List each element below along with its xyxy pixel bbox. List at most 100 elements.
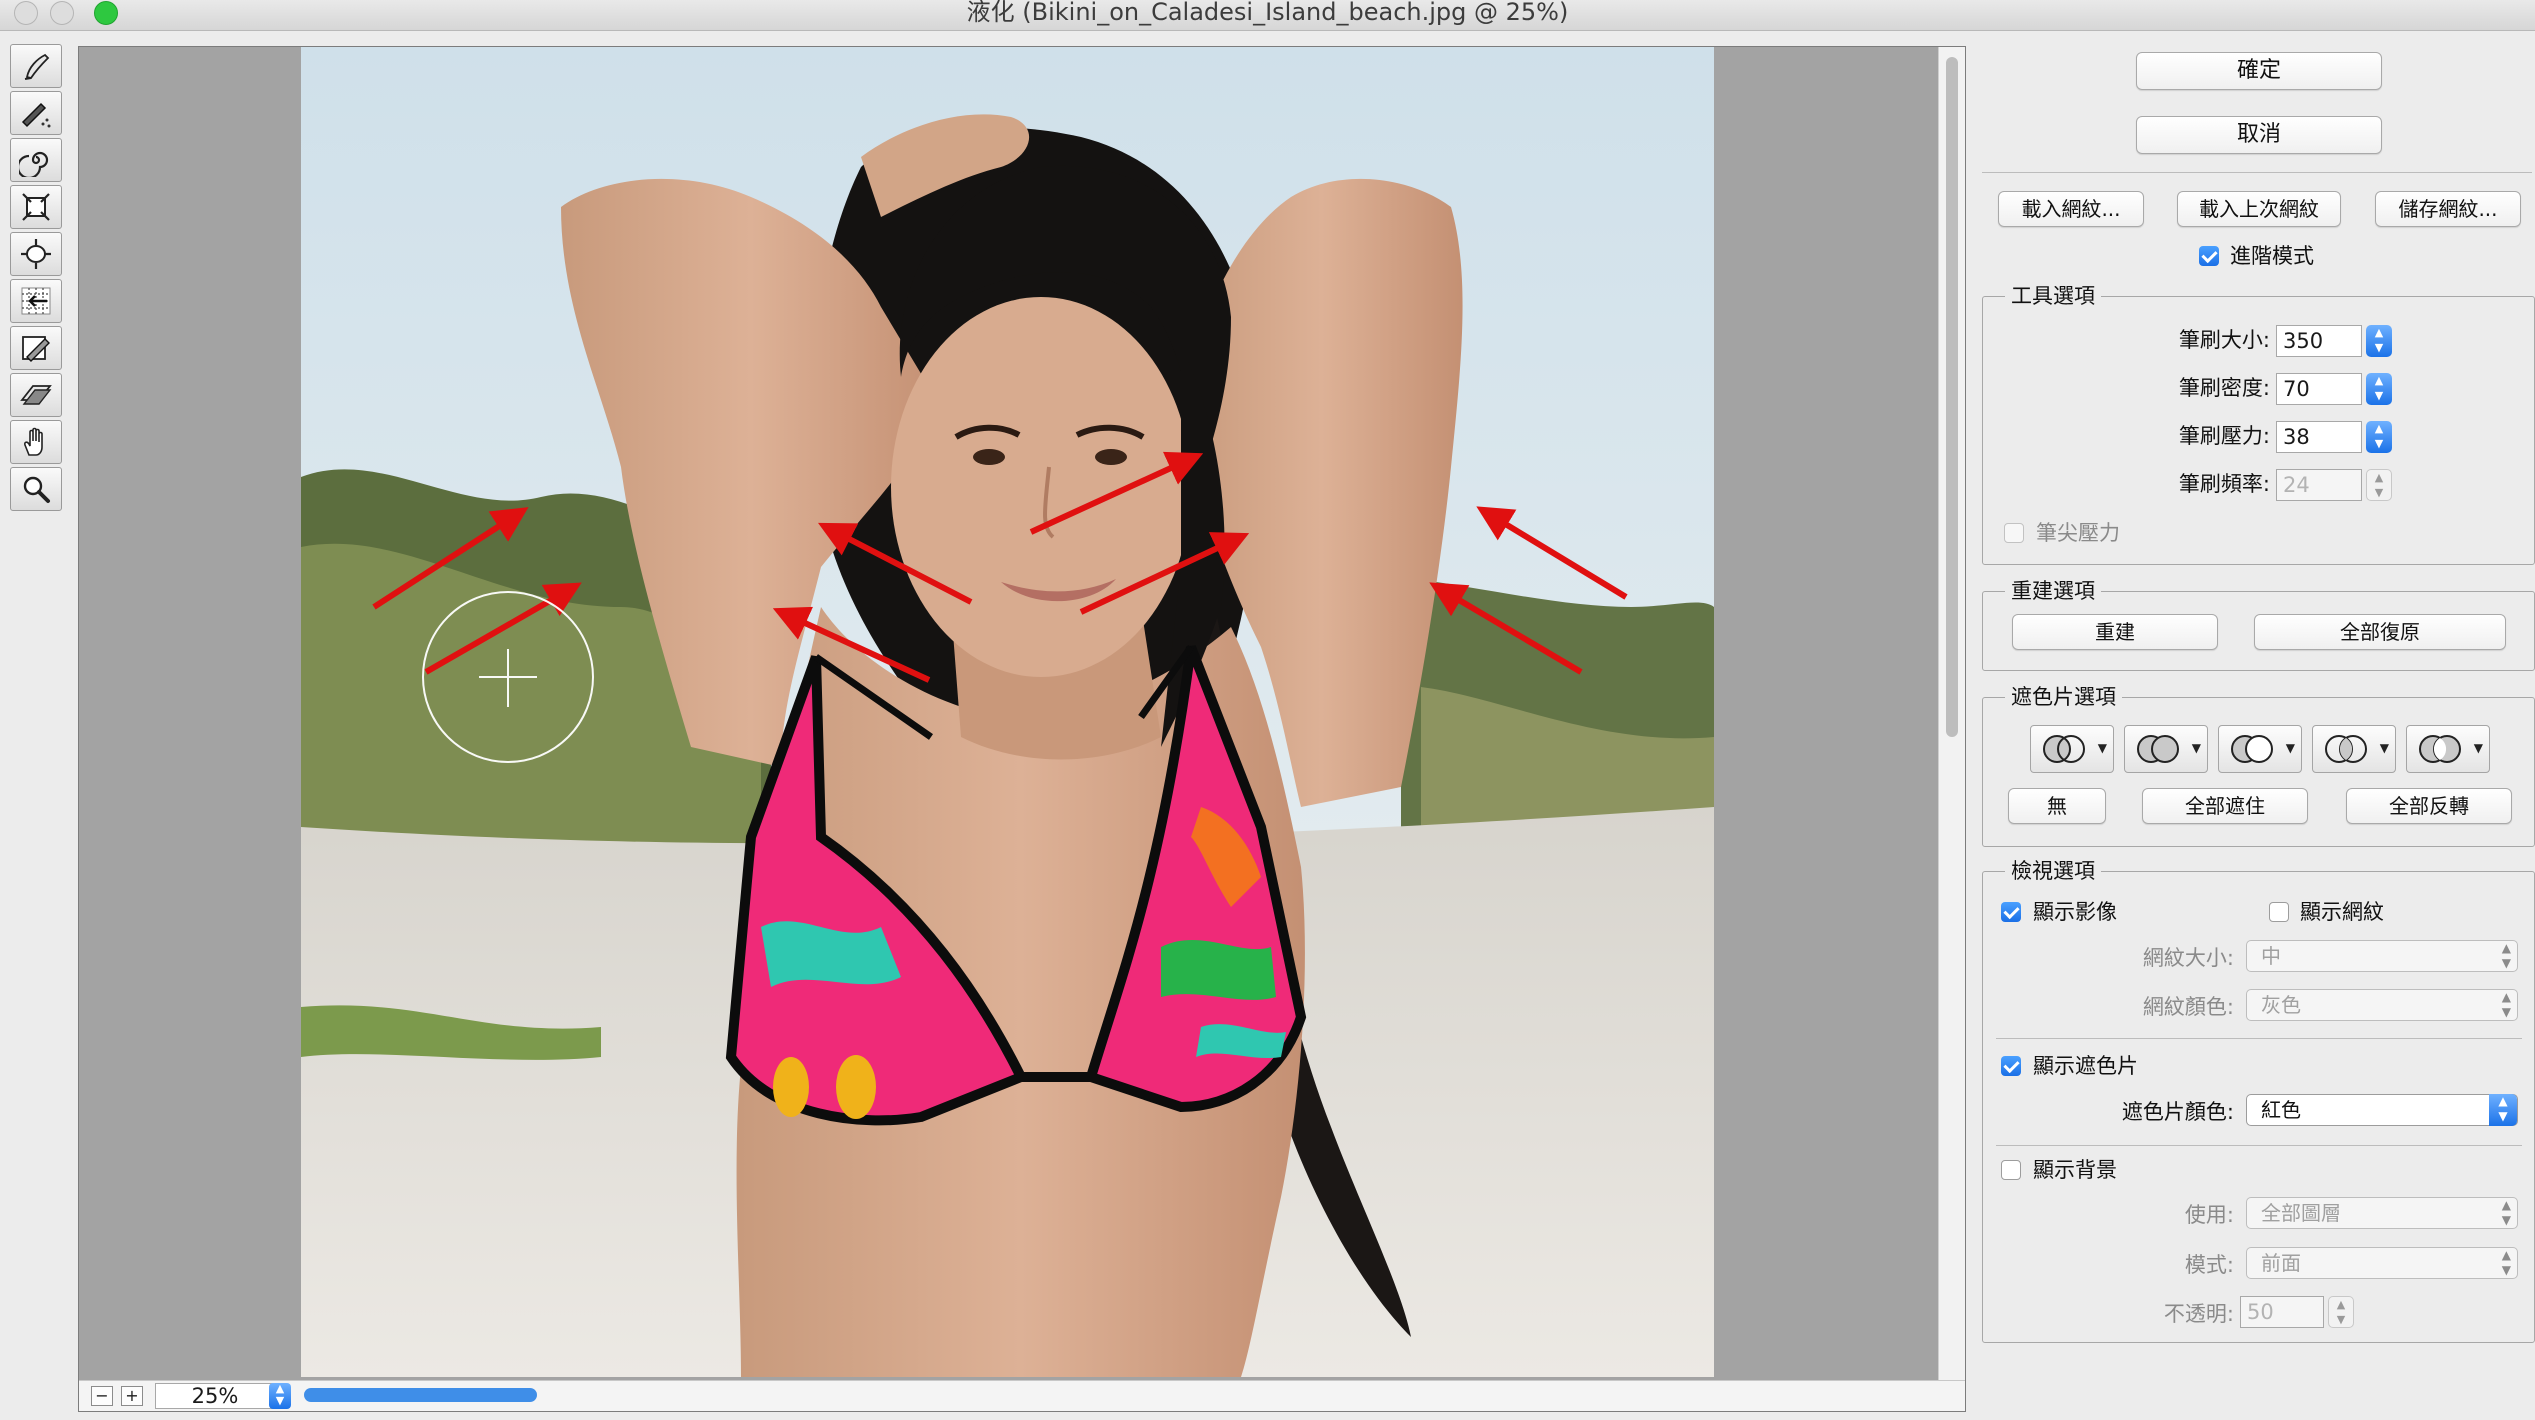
mesh-color-select[interactable]: 灰色 ▲ ▼ <box>2246 989 2518 1021</box>
thaw-mask-tool-icon[interactable] <box>10 373 62 417</box>
brush-size-label: 筆刷大小: <box>2178 328 2270 352</box>
status-bar: − + 25% ▲ ▼ <box>79 1380 1965 1411</box>
mask-invert-icon <box>2419 735 2461 763</box>
zoom-out-button[interactable]: − <box>91 1386 113 1406</box>
horizontal-scroll-thumb[interactable] <box>304 1388 537 1402</box>
select-arrows-icon: ▲ ▼ <box>2489 1094 2517 1126</box>
chevron-down-icon: ▼ <box>2336 1313 2346 1326</box>
mode-value: 前面 <box>2261 1251 2301 1275</box>
show-image-label: 顯示影像 <box>2033 900 2117 924</box>
zoom-level-field[interactable]: 25% <box>155 1383 275 1409</box>
advanced-mode-checkbox[interactable] <box>2199 246 2219 266</box>
opacity-stepper[interactable]: ▲ ▼ <box>2328 1296 2354 1328</box>
show-image-checkbox[interactable] <box>2001 902 2021 922</box>
brush-density-stepper[interactable]: ▲ ▼ <box>2366 373 2392 405</box>
title-bar: 液化 (Bikini_on_Caladesi_Island_beach.jpg … <box>0 0 2535 31</box>
mask-add-to-selection-button[interactable]: ▼ <box>2124 725 2208 773</box>
mask-none-button[interactable]: 無 <box>2008 788 2106 824</box>
reconstruct-options-title: 重建選項 <box>2005 579 2101 603</box>
brush-pressure-stepper[interactable]: ▲ ▼ <box>2366 421 2392 453</box>
mesh-color-label: 網紋顏色: <box>2142 995 2234 1019</box>
divider <box>1982 172 2532 173</box>
brush-size-stepper[interactable]: ▲ ▼ <box>2366 325 2392 357</box>
reconstruct-button[interactable]: 重建 <box>2012 614 2218 650</box>
select-arrows-icon: ▲ ▼ <box>2501 1198 2511 1227</box>
mesh-size-select[interactable]: 中 ▲ ▼ <box>2246 940 2518 972</box>
restore-all-button[interactable]: 全部復原 <box>2254 614 2506 650</box>
ok-button[interactable]: 確定 <box>2136 52 2382 90</box>
select-arrows-icon: ▲ ▼ <box>2501 990 2511 1019</box>
chevron-down-icon: ▼ <box>2374 437 2384 450</box>
divider <box>1996 1145 2522 1146</box>
load-last-mesh-button[interactable]: 載入上次網紋 <box>2177 191 2341 227</box>
show-mesh-checkbox[interactable] <box>2269 902 2289 922</box>
twirl-clockwise-tool-icon[interactable] <box>10 138 62 182</box>
mask-color-select[interactable]: 紅色 ▲ ▼ <box>2246 1094 2518 1126</box>
window-title: 液化 (Bikini_on_Caladesi_Island_beach.jpg … <box>966 0 1569 26</box>
pucker-tool-icon[interactable] <box>10 185 62 229</box>
push-left-tool-icon[interactable] <box>10 279 62 323</box>
zoom-in-button[interactable]: + <box>121 1386 143 1406</box>
dropdown-arrow-icon: ▼ <box>2191 741 2201 755</box>
freeze-mask-tool-icon[interactable] <box>10 326 62 370</box>
brush-size-field[interactable]: 350 <box>2276 325 2362 357</box>
cancel-button[interactable]: 取消 <box>2136 116 2382 154</box>
mask-add-icon <box>2137 735 2179 763</box>
chevron-up-icon: ▲ <box>2374 471 2384 484</box>
chevron-up-icon: ▲ <box>2374 374 2384 387</box>
select-arrows-icon: ▲ ▼ <box>2501 1248 2511 1277</box>
use-layer-value: 全部圖層 <box>2261 1201 2341 1225</box>
show-mask-checkbox[interactable] <box>2001 1056 2021 1076</box>
brush-pressure-field[interactable]: 38 <box>2276 421 2362 453</box>
show-backdrop-checkbox[interactable] <box>2001 1160 2021 1180</box>
mask-intersect-selection-button[interactable]: ▼ <box>2312 725 2396 773</box>
preview-canvas[interactable]: − + 25% ▲ ▼ <box>78 46 1966 1412</box>
brush-rate-stepper[interactable]: ▲ ▼ <box>2366 469 2392 501</box>
stylus-pressure-label: 筆尖壓力 <box>2036 521 2120 545</box>
horizontal-scrollbar[interactable] <box>301 1388 1942 1402</box>
tool-options-title: 工具選項 <box>2005 284 2101 308</box>
stylus-pressure-checkbox[interactable] <box>2004 523 2024 543</box>
preview-image[interactable] <box>301 47 1714 1377</box>
mask-invert-selection-button[interactable]: ▼ <box>2406 725 2490 773</box>
forward-warp-tool-icon[interactable] <box>10 44 62 88</box>
mesh-size-label: 網紋大小: <box>2142 946 2234 970</box>
brush-pressure-label: 筆刷壓力: <box>2178 424 2270 448</box>
vertical-scrollbar[interactable] <box>1938 47 1965 1385</box>
use-label: 使用: <box>2184 1203 2234 1227</box>
mask-options-title: 遮色片選項 <box>2005 685 2122 709</box>
vertical-scroll-thumb[interactable] <box>1946 57 1958 737</box>
invert-all-button[interactable]: 全部反轉 <box>2346 788 2512 824</box>
zoom-tool-icon[interactable] <box>10 467 62 511</box>
show-backdrop-label: 顯示背景 <box>2033 1158 2117 1182</box>
mask-subtract-from-selection-button[interactable]: ▼ <box>2218 725 2302 773</box>
mode-select[interactable]: 前面 ▲ ▼ <box>2246 1247 2518 1279</box>
chevron-up-icon: ▲ <box>2336 1298 2346 1311</box>
show-mask-label: 顯示遮色片 <box>2033 1054 2138 1078</box>
mask-color-value: 紅色 <box>2261 1098 2301 1122</box>
opacity-label: 不透明: <box>2163 1302 2234 1326</box>
chevron-down-icon: ▼ <box>2374 486 2384 499</box>
chevron-down-icon: ▼ <box>275 1394 285 1407</box>
chevron-down-icon: ▼ <box>2374 389 2384 402</box>
use-layer-select[interactable]: 全部圖層 ▲ ▼ <box>2246 1197 2518 1229</box>
save-mesh-button[interactable]: 儲存網紋... <box>2375 191 2521 227</box>
mask-subtract-icon <box>2231 735 2273 763</box>
load-mesh-button[interactable]: 載入網紋... <box>1998 191 2144 227</box>
chevron-down-icon: ▼ <box>2374 341 2384 354</box>
brush-rate-field[interactable]: 24 <box>2276 469 2362 501</box>
opacity-field[interactable]: 50 <box>2240 1296 2324 1328</box>
zoom-stepper[interactable]: ▲ ▼ <box>269 1383 291 1409</box>
brush-rate-label: 筆刷頻率: <box>2178 472 2270 496</box>
mask-intersect-icon <box>2325 735 2367 763</box>
mask-replace-selection-button[interactable]: ▼ <box>2030 725 2114 773</box>
bloat-tool-icon[interactable] <box>10 232 62 276</box>
dropdown-arrow-icon: ▼ <box>2285 741 2295 755</box>
hand-tool-icon[interactable] <box>10 420 62 464</box>
mask-all-button[interactable]: 全部遮住 <box>2142 788 2308 824</box>
reconstruct-tool-icon[interactable] <box>10 91 62 135</box>
mode-label: 模式: <box>2184 1253 2234 1277</box>
brush-density-field[interactable]: 70 <box>2276 373 2362 405</box>
dropdown-arrow-icon: ▼ <box>2473 741 2483 755</box>
mesh-color-value: 灰色 <box>2261 993 2301 1017</box>
